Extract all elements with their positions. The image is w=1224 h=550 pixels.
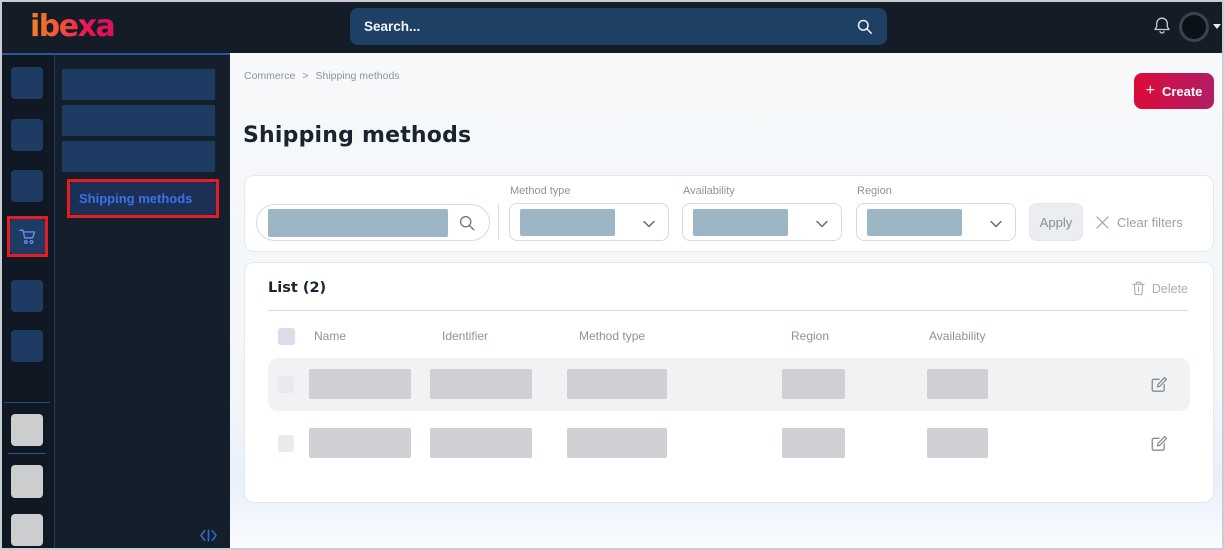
plus-icon: + xyxy=(1145,81,1155,99)
breadcrumb: Commerce > Shipping methods xyxy=(244,70,400,82)
delete-button-label: Delete xyxy=(1151,281,1188,296)
sidebar-item-shipping-methods[interactable]: Shipping methods xyxy=(70,182,216,215)
close-icon xyxy=(1096,215,1109,229)
apply-button[interactable]: Apply xyxy=(1029,203,1083,241)
cell-availability-placeholder xyxy=(927,428,988,458)
region-value-block xyxy=(867,209,962,236)
search-icon xyxy=(857,19,872,34)
trash-icon xyxy=(1132,281,1145,296)
table-row[interactable] xyxy=(268,358,1190,411)
sidebar-collapse-icon[interactable] xyxy=(200,529,217,542)
shopping-cart-icon xyxy=(18,229,35,244)
clear-filters-button[interactable]: Clear filters xyxy=(1096,203,1183,241)
notifications-bell-icon[interactable] xyxy=(1152,15,1172,37)
column-header-availability[interactable]: Availability xyxy=(929,329,985,343)
nav-item-placeholder-2[interactable] xyxy=(11,119,43,151)
filter-group-region: Region xyxy=(856,176,1016,253)
availability-value-block xyxy=(693,209,788,236)
rail-divider xyxy=(4,402,50,403)
rail-divider-small xyxy=(8,453,46,454)
chevron-down-icon xyxy=(990,220,1002,228)
region-label: Region xyxy=(857,185,892,197)
availability-label: Availability xyxy=(683,185,735,197)
cell-method-type-placeholder xyxy=(567,369,667,399)
column-header-name[interactable]: Name xyxy=(314,329,346,343)
select-all-checkbox[interactable] xyxy=(278,328,295,345)
edit-icon[interactable] xyxy=(1150,434,1168,452)
sidebar-item-shipping-methods-highlight: Shipping methods xyxy=(67,179,219,218)
page-title: Shipping methods xyxy=(243,123,472,148)
sidebar-item-placeholder-3[interactable] xyxy=(62,141,215,172)
filters-panel: Method type Availability Region Apply Cl… xyxy=(244,175,1214,252)
clear-filters-label: Clear filters xyxy=(1117,214,1183,230)
column-header-region[interactable]: Region xyxy=(791,329,829,343)
app-window: ibexa Search... Shipping methods Commerc… xyxy=(0,0,1224,550)
row-checkbox[interactable] xyxy=(278,435,294,452)
user-menu-caret-icon[interactable] xyxy=(1213,24,1221,29)
cell-identifier-placeholder xyxy=(430,428,532,458)
row-checkbox[interactable] xyxy=(278,376,294,393)
column-header-identifier[interactable]: Identifier xyxy=(442,329,488,343)
list-panel: List (2) Delete Name Identifier Method t… xyxy=(244,262,1214,503)
top-bar: ibexa xyxy=(0,0,1224,53)
global-search-input[interactable] xyxy=(364,19,857,34)
list-divider xyxy=(268,310,1188,311)
cell-availability-placeholder xyxy=(927,369,988,399)
chevron-down-icon xyxy=(816,220,828,228)
column-header-method-type[interactable]: Method type xyxy=(579,329,645,343)
list-title: List (2) xyxy=(268,280,327,296)
nav-item-commerce-highlight xyxy=(7,216,48,257)
nav-item-commerce[interactable] xyxy=(10,219,45,254)
breadcrumb-shipping-methods: Shipping methods xyxy=(315,70,400,82)
nav-item-bottom-1[interactable] xyxy=(11,414,43,446)
create-button[interactable]: + Create xyxy=(1134,73,1214,109)
cell-region-placeholder xyxy=(782,369,845,399)
breadcrumb-separator: > xyxy=(302,70,309,82)
nav-item-placeholder-5[interactable] xyxy=(11,330,43,362)
user-avatar[interactable] xyxy=(1179,12,1209,42)
sidebar-item-label: Shipping methods xyxy=(79,191,193,206)
method-type-select[interactable] xyxy=(509,203,669,241)
filter-search-placeholder-block xyxy=(268,209,448,237)
cell-name-placeholder xyxy=(309,369,411,399)
availability-select[interactable] xyxy=(682,203,842,241)
delete-button[interactable]: Delete xyxy=(1132,281,1188,296)
main-content: Commerce > Shipping methods + Create Shi… xyxy=(230,53,1224,550)
sidebar-item-placeholder-2[interactable] xyxy=(62,105,215,136)
chevron-down-icon xyxy=(643,220,655,228)
cell-identifier-placeholder xyxy=(430,369,532,399)
nav-item-bottom-3[interactable] xyxy=(11,514,43,546)
region-select[interactable] xyxy=(856,203,1016,241)
sidebar-item-placeholder-1[interactable] xyxy=(62,69,215,100)
cell-name-placeholder xyxy=(309,428,411,458)
secondary-sidebar: Shipping methods xyxy=(55,53,230,550)
nav-item-placeholder-1[interactable] xyxy=(11,67,43,99)
nav-item-bottom-2[interactable] xyxy=(11,465,43,498)
method-type-value-block xyxy=(520,209,615,236)
breadcrumb-commerce[interactable]: Commerce xyxy=(244,70,295,82)
filter-search-input[interactable] xyxy=(256,204,490,241)
cell-region-placeholder xyxy=(782,428,845,458)
filter-group-availability: Availability xyxy=(682,176,842,253)
main-nav-rail xyxy=(0,53,55,550)
method-type-label: Method type xyxy=(510,185,571,197)
search-icon xyxy=(459,215,475,231)
nav-item-placeholder-3[interactable] xyxy=(11,170,43,202)
create-button-label: Create xyxy=(1161,83,1203,99)
global-search[interactable] xyxy=(350,8,887,45)
table-row[interactable] xyxy=(268,417,1190,470)
filter-group-method-type: Method type xyxy=(509,176,669,253)
filter-divider xyxy=(498,204,499,240)
cell-method-type-placeholder xyxy=(567,428,667,458)
nav-item-placeholder-4[interactable] xyxy=(11,280,43,312)
edit-icon[interactable] xyxy=(1150,375,1168,393)
ibexa-logo[interactable]: ibexa xyxy=(30,9,116,44)
